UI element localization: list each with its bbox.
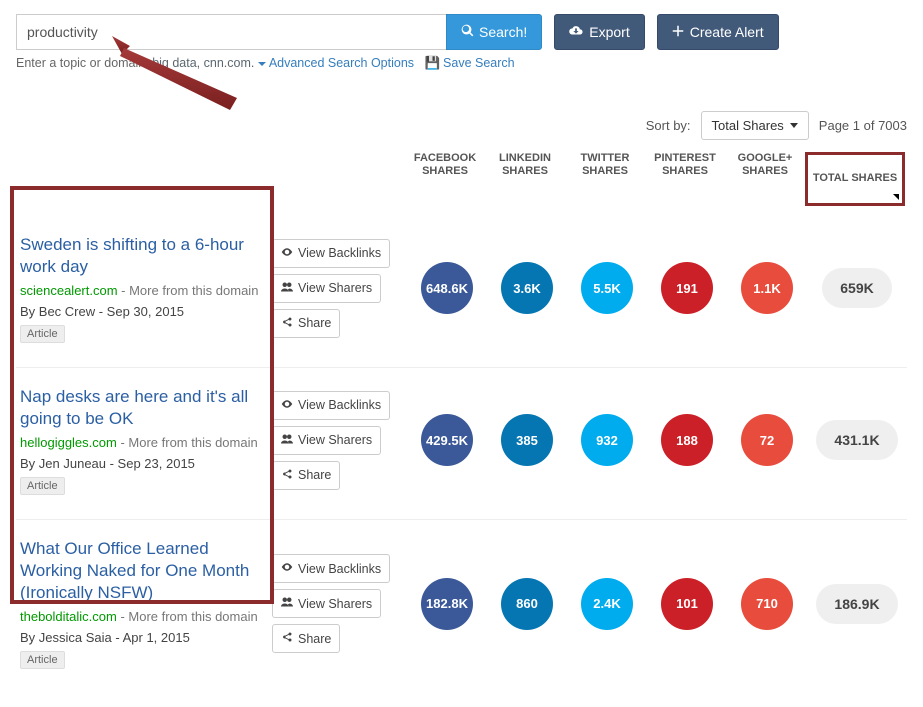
result-row: Sweden is shifting to a 6-hour work day … <box>16 216 907 367</box>
search-icon <box>461 24 474 40</box>
col-pinterest[interactable]: PINTEREST SHARES <box>645 152 725 206</box>
result-tag: Article <box>20 477 65 495</box>
save-search-link[interactable]: 💾Save Search <box>424 56 514 70</box>
create-alert-label: Create Alert <box>690 24 764 40</box>
view-sharers-button[interactable]: View Sharers <box>272 589 381 618</box>
total-shares: 186.9K <box>816 584 897 624</box>
pinterest-shares: 188 <box>661 414 713 466</box>
result-byline: By Jessica Saia - Apr 1, 2015 <box>20 630 262 645</box>
chevron-down-icon <box>258 62 266 66</box>
sort-dropdown[interactable]: Total Shares <box>701 111 809 140</box>
linkedin-shares: 860 <box>501 578 553 630</box>
share-button[interactable]: Share <box>272 624 340 653</box>
search-button-label: Search! <box>479 24 527 40</box>
plus-icon <box>672 24 684 40</box>
view-backlinks-button[interactable]: View Backlinks <box>272 554 390 583</box>
facebook-shares: 648.6K <box>421 262 473 314</box>
users-icon <box>281 596 293 611</box>
share-icon <box>281 631 293 646</box>
share-button[interactable]: Share <box>272 309 340 338</box>
result-byline: By Jen Juneau - Sep 23, 2015 <box>20 456 262 471</box>
view-sharers-button[interactable]: View Sharers <box>272 274 381 303</box>
users-icon <box>281 433 293 448</box>
pinterest-shares: 191 <box>661 262 713 314</box>
result-title[interactable]: What Our Office Learned Working Naked fo… <box>20 538 262 604</box>
sort-value: Total Shares <box>712 118 784 133</box>
twitter-shares: 2.4K <box>581 578 633 630</box>
eye-icon <box>281 561 293 576</box>
view-sharers-button[interactable]: View Sharers <box>272 426 381 455</box>
cloud-download-icon <box>569 24 583 41</box>
search-button[interactable]: Search! <box>446 14 542 50</box>
save-icon: 💾 <box>424 56 440 70</box>
col-linkedin[interactable]: LINKEDIN SHARES <box>485 152 565 206</box>
result-tag: Article <box>20 651 65 669</box>
facebook-shares: 429.5K <box>421 414 473 466</box>
more-from-domain[interactable]: - More from this domain <box>117 435 258 450</box>
users-icon <box>281 281 293 296</box>
share-button[interactable]: Share <box>272 461 340 490</box>
google-shares: 72 <box>741 414 793 466</box>
facebook-shares: 182.8K <box>421 578 473 630</box>
col-google[interactable]: GOOGLE+ SHARES <box>725 152 805 206</box>
view-backlinks-button[interactable]: View Backlinks <box>272 391 390 420</box>
result-tag: Article <box>20 325 65 343</box>
google-shares: 710 <box>741 578 793 630</box>
export-label: Export <box>589 24 629 40</box>
more-from-domain[interactable]: - More from this domain <box>118 283 259 298</box>
col-total[interactable]: TOTAL SHARES <box>805 152 905 206</box>
result-row: What Our Office Learned Working Naked fo… <box>16 519 907 693</box>
pinterest-shares: 101 <box>661 578 713 630</box>
export-button[interactable]: Export <box>554 14 644 50</box>
share-icon <box>281 468 293 483</box>
eye-icon <box>281 246 293 261</box>
share-icon <box>281 316 293 331</box>
result-title[interactable]: Sweden is shifting to a 6-hour work day <box>20 234 262 278</box>
result-byline: By Bec Crew - Sep 30, 2015 <box>20 304 262 319</box>
linkedin-shares: 385 <box>501 414 553 466</box>
linkedin-shares: 3.6K <box>501 262 553 314</box>
view-backlinks-button[interactable]: View Backlinks <box>272 239 390 268</box>
total-shares: 431.1K <box>816 420 897 460</box>
col-facebook[interactable]: FACEBOOK SHARES <box>405 152 485 206</box>
google-shares: 1.1K <box>741 262 793 314</box>
result-row: Nap desks are here and it's all going to… <box>16 367 907 519</box>
sort-by-label: Sort by: <box>646 118 691 133</box>
search-hint: Enter a topic or domain: big data, cnn.c… <box>16 56 907 71</box>
create-alert-button[interactable]: Create Alert <box>657 14 779 50</box>
search-input[interactable] <box>16 14 446 50</box>
result-domain[interactable]: sciencealert.com <box>20 283 118 298</box>
more-from-domain[interactable]: - More from this domain <box>117 609 258 624</box>
result-title[interactable]: Nap desks are here and it's all going to… <box>20 386 262 430</box>
twitter-shares: 5.5K <box>581 262 633 314</box>
page-info: Page 1 of 7003 <box>819 118 907 133</box>
result-domain[interactable]: thebolditalic.com <box>20 609 117 624</box>
sort-indicator-icon <box>893 194 899 200</box>
col-twitter[interactable]: TWITTER SHARES <box>565 152 645 206</box>
eye-icon <box>281 398 293 413</box>
advanced-search-link[interactable]: Advanced Search Options <box>258 56 414 70</box>
total-shares: 659K <box>822 268 891 308</box>
result-domain[interactable]: hellogiggles.com <box>20 435 117 450</box>
twitter-shares: 932 <box>581 414 633 466</box>
caret-down-icon <box>790 123 798 128</box>
